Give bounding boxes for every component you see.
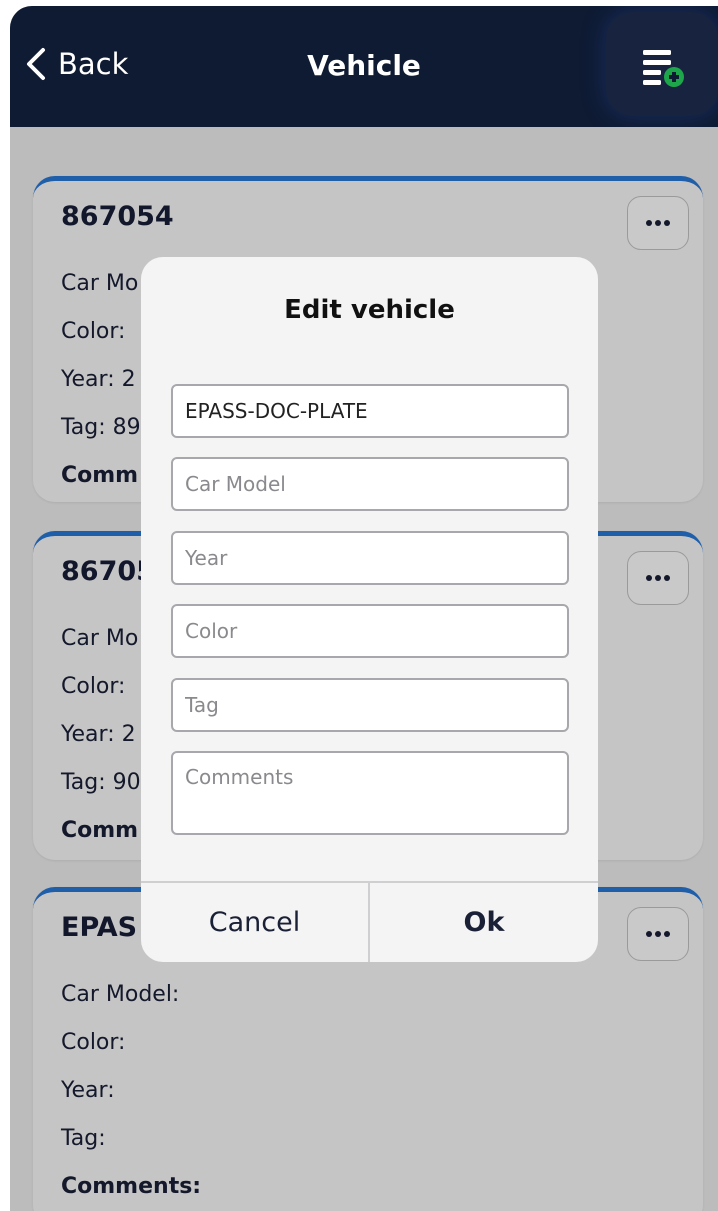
ellipsis-icon [646,575,670,581]
tag-text: Tag: [61,1126,106,1151]
car-model-input[interactable] [171,457,569,511]
nav-header: Back Vehicle [10,6,718,127]
ellipsis-icon [646,931,670,937]
more-options-button[interactable] [627,196,689,250]
dialog-title: Edit vehicle [284,295,455,325]
edit-vehicle-dialog: Edit vehicle Cancel Ok [141,257,598,962]
car-model-text: Car Mo [61,626,139,651]
ok-button[interactable]: Ok [370,883,598,962]
more-options-button[interactable] [627,907,689,961]
year-text: Year: 2 [61,367,136,392]
comments-text: Comm [61,463,139,488]
car-model-text: Car Model: [61,982,180,1007]
app-screen: Back Vehicle 867054 Car Mo Color: Year: … [10,6,718,1211]
plate-input[interactable] [171,384,569,438]
ellipsis-icon [646,220,670,226]
comments-text: Comm [61,818,139,843]
car-model-text: Car Mo [61,271,139,296]
comments-input[interactable] [171,751,569,835]
more-options-button[interactable] [627,551,689,605]
tag-text: Tag: 89 [61,415,141,440]
color-text: Color: [61,1030,126,1055]
color-text: Color: [61,319,126,344]
tag-input[interactable] [171,678,569,732]
year-text: Year: 2 [61,722,136,747]
add-vehicle-button[interactable] [606,12,718,116]
cancel-button[interactable]: Cancel [141,883,368,962]
tag-text: Tag: 90 [61,770,141,795]
vehicle-plate: 867054 [61,201,174,232]
year-text: Year: [61,1078,115,1103]
list-add-icon [643,50,684,87]
color-input[interactable] [171,604,569,658]
color-text: Color: [61,674,126,699]
vehicle-plate: EPAS [61,912,138,943]
year-input[interactable] [171,531,569,585]
comments-text: Comments: [61,1174,202,1199]
